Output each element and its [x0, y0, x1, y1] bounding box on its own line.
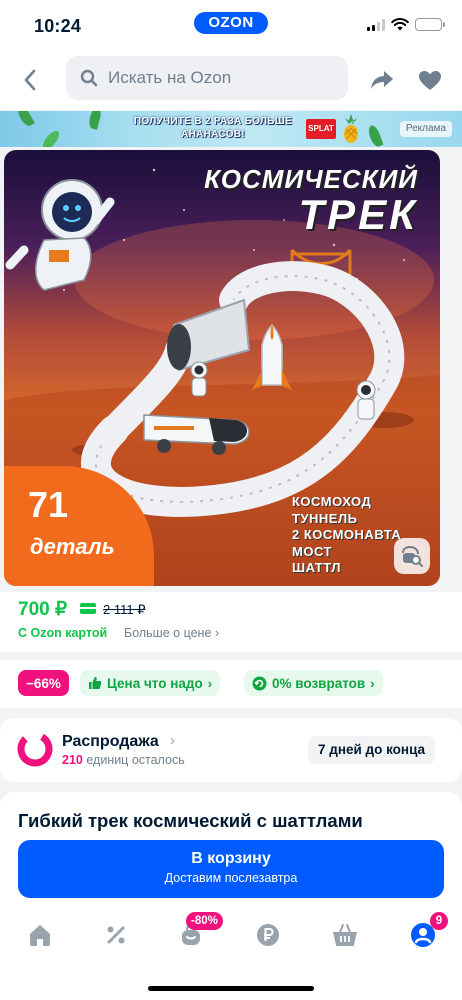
ad-text: ПОЛУЧИТЕ В 2 РАЗА БОЛЬШЕ АНАНАСОВ!	[133, 116, 293, 140]
ruble-icon	[257, 924, 279, 946]
basket-icon	[333, 924, 357, 946]
wifi-icon	[391, 18, 409, 31]
search-input[interactable]	[108, 68, 328, 88]
search-icon	[80, 69, 98, 87]
good-price-chip[interactable]: Цена что надо ›	[80, 670, 221, 696]
chevron-right-icon: ›	[207, 675, 213, 691]
feature-item: ШАТТЛ	[292, 560, 341, 575]
notifications-badge: 9	[430, 912, 448, 930]
ad-label: Реклама	[399, 121, 452, 137]
status-time: 10:24	[34, 16, 82, 36]
favorite-button[interactable]	[414, 64, 446, 96]
feature-item: КОСМОХОД	[292, 494, 372, 509]
visual-search-icon	[402, 545, 423, 567]
chevron-right-icon: ›	[170, 732, 175, 749]
leaf-decoration	[87, 111, 103, 130]
sale-title: Распродажа	[62, 733, 159, 750]
thumbs-up-icon	[89, 677, 102, 689]
ozon-card-label[interactable]: С Ozon картой	[18, 626, 107, 640]
feature-list: КОСМОХОД ТУННЕЛЬ 2 КОСМОНАВТА МОСТ ШАТТЛ	[292, 494, 401, 577]
units-count: 210	[62, 753, 83, 767]
good-price-label: Цена что надо	[107, 675, 203, 691]
feature-item: МОСТ	[292, 543, 332, 559]
units-label: единиц осталось	[86, 753, 185, 767]
sale-logo-icon	[17, 731, 53, 767]
promo-badge: -80%	[186, 912, 223, 930]
back-button[interactable]	[14, 64, 46, 96]
chevron-right-icon: ›	[370, 675, 375, 691]
return-icon	[252, 676, 267, 690]
leaf-decoration	[15, 111, 35, 129]
top-nav	[0, 50, 462, 110]
returns-chip[interactable]: 0% возвратов ›	[244, 670, 383, 696]
chevron-left-icon	[24, 69, 36, 91]
sale-units-left: 210 единиц осталось	[62, 753, 185, 767]
returns-label: 0% возвратов	[272, 675, 366, 691]
parts-count: 71	[28, 484, 69, 525]
product-title: Гибкий трек космический с шаттлами	[18, 810, 363, 831]
badges-row: −66% Цена что надо › 0% возвратов ›	[0, 660, 462, 708]
price-old: 2 111 ₽	[103, 602, 146, 617]
price-more-link[interactable]: Больше о цене ›	[124, 626, 219, 640]
home-indicator	[148, 986, 314, 991]
heart-icon	[419, 70, 441, 90]
leaf-decoration	[40, 128, 62, 147]
ad-banner[interactable]: ПОЛУЧИТЕ В 2 РАЗА БОЛЬШЕ АНАНАСОВ! SPLAT…	[0, 111, 462, 147]
parts-count-unit: деталь	[30, 534, 115, 559]
tab-cart[interactable]	[330, 920, 360, 950]
percent-icon	[107, 926, 125, 944]
ozon-card-icon	[80, 603, 96, 614]
tab-home[interactable]	[25, 920, 55, 950]
price-block: 700 ₽ 2 111 ₽ С Ozon картой Больше о цен…	[0, 592, 462, 652]
image-headline: КОСМИЧЕСКИЙ ТРЕК	[204, 164, 418, 238]
status-icons	[367, 18, 445, 31]
tab-finance[interactable]	[253, 920, 283, 950]
add-to-cart-button[interactable]: В корзину Доставим послезавтра	[18, 840, 444, 898]
battery-icon	[415, 18, 445, 31]
share-icon	[371, 71, 393, 89]
ozon-brand-pill: OZON	[194, 12, 268, 34]
search-box[interactable]	[66, 56, 348, 100]
feature-item: 2 КОСМОНАВТА	[292, 527, 402, 542]
discount-badge[interactable]: −66%	[18, 670, 69, 696]
leaf-decoration	[366, 123, 384, 147]
signal-icon	[367, 18, 385, 31]
sale-timer: 7 дней до конца	[308, 736, 436, 764]
image-headline-line2: ТРЕК	[298, 191, 418, 238]
pineapple-icon	[344, 114, 358, 143]
status-bar: 10:24 OZON	[0, 0, 462, 50]
product-image[interactable]: КОСМИЧЕСКИЙ ТРЕК 71 деталь КОСМОХОД ТУНН…	[4, 150, 440, 586]
feature-item: ТУННЕЛЬ	[292, 510, 358, 526]
tab-promo[interactable]	[101, 920, 131, 950]
ad-brand-logo: SPLAT	[306, 119, 336, 139]
home-icon	[30, 925, 50, 946]
add-to-cart-label: В корзину	[191, 850, 271, 867]
delivery-label: Доставим послезавтра	[164, 871, 298, 885]
discount-value: −66%	[26, 675, 61, 691]
share-button[interactable]	[366, 64, 398, 96]
price-current: 700 ₽	[18, 599, 68, 620]
sale-block[interactable]: Распродажа › 210 единиц осталось 7 дней …	[0, 718, 462, 782]
find-similar-button[interactable]	[394, 538, 430, 574]
